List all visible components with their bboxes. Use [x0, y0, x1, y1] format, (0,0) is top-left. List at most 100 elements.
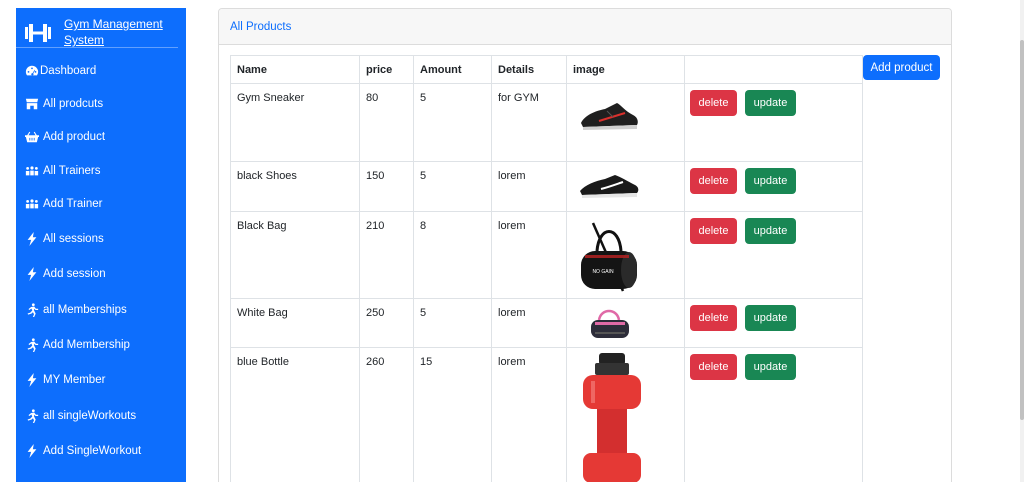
sidebar-item-label: MY Member [43, 374, 106, 386]
cell-amount: 15 [413, 347, 492, 482]
cell-image [566, 83, 685, 162]
sidebar-item-label: Add SingleWorkout [43, 444, 142, 457]
cell-image [566, 161, 685, 212]
cell-details: for GYM [491, 83, 567, 162]
bolt-icon [24, 231, 40, 247]
column-header-image: image [566, 55, 685, 84]
table-row: black Shoes 150 5 lorem delete update [230, 161, 863, 212]
sidebar-item-all-sessions[interactable]: All sessions [16, 221, 186, 256]
cell-name: blue Bottle [230, 347, 360, 482]
card-header: All Products [219, 9, 951, 45]
sidebar-item-label: all Memberships [43, 303, 127, 316]
shoe-image [580, 175, 639, 198]
cell-name: black Shoes [230, 161, 360, 212]
cell-amount: 5 [413, 298, 492, 348]
store-icon [24, 96, 40, 112]
sidebar-item-label: Add product [43, 131, 106, 143]
cell-actions: delete update [684, 298, 863, 348]
sidebar-item-all-trainers[interactable]: All Trainers [16, 154, 186, 187]
running-icon [24, 337, 40, 353]
sidebar-item-add-product[interactable]: Add product [16, 120, 186, 154]
update-button[interactable]: update [745, 354, 796, 380]
table-row: Gym Sneaker 80 5 for GYM delete update [230, 83, 863, 162]
sidebar-item-label: All prodcuts [43, 97, 104, 110]
cell-details: lorem [491, 298, 567, 348]
cell-amount: 5 [413, 161, 492, 212]
sidebar-item-label: Dashboard [40, 64, 97, 77]
running-icon [24, 408, 40, 424]
update-button[interactable]: update [745, 168, 796, 194]
cell-name: Gym Sneaker [230, 83, 360, 162]
update-button[interactable]: update [745, 218, 796, 244]
bottle-image [583, 353, 641, 482]
cell-actions: delete update [684, 347, 863, 482]
cell-details: lorem [491, 161, 567, 212]
sidebar-item-add-single-workout[interactable]: Add SingleWorkout [16, 433, 186, 468]
cell-image [566, 347, 685, 482]
products-table: Name price Amount Details image Gym Snea… [230, 55, 863, 482]
sidebar-item-all-memberships[interactable]: all Memberships [16, 292, 186, 327]
dumbbell-icon [24, 18, 52, 48]
dashboard-icon [24, 63, 40, 79]
sidebar-item-label: Add Membership [43, 338, 130, 351]
cell-actions: delete update [684, 161, 863, 212]
cell-price: 250 [359, 298, 414, 348]
sidebar-item-label: all singleWorkouts [43, 409, 137, 422]
sidebar: Gym Management System Dashboard All prod… [16, 8, 186, 482]
sidebar-item-my-member[interactable]: MY Member [16, 362, 186, 398]
column-header-amount: Amount [413, 55, 492, 84]
delete-button[interactable]: delete [690, 168, 737, 194]
black-bag-image: NO GAIN [581, 222, 637, 292]
sidebar-item-add-membership[interactable]: Add Membership [16, 327, 186, 362]
delete-button[interactable]: delete [690, 218, 737, 244]
table-row: White Bag 250 5 lorem delete update [230, 298, 863, 348]
column-header-price: price [359, 55, 414, 84]
app-title-link[interactable]: Gym Management System [64, 16, 170, 48]
cell-image: NO GAIN [566, 211, 685, 299]
bolt-icon [24, 266, 40, 282]
cell-actions: delete update [684, 211, 863, 299]
add-product-button[interactable]: Add product [863, 55, 940, 80]
bolt-icon [24, 443, 40, 459]
cell-name: White Bag [230, 298, 360, 348]
sidebar-item-label: All Trainers [43, 164, 101, 177]
column-header-actions [684, 55, 863, 84]
sneaker-image [581, 103, 638, 130]
sidebar-item-label: Add session [43, 268, 106, 280]
delete-button[interactable]: delete [690, 90, 737, 116]
basket-icon [24, 129, 40, 145]
sidebar-item-label: Add Trainer [43, 198, 103, 210]
table-header-row: Name price Amount Details image [230, 55, 863, 84]
update-button[interactable]: update [745, 305, 796, 331]
cell-price: 150 [359, 161, 414, 212]
cell-details: lorem [491, 211, 567, 299]
brand: Gym Management System [16, 8, 178, 48]
cell-price: 210 [359, 211, 414, 299]
sidebar-item-add-trainer[interactable]: Add Trainer [16, 187, 186, 221]
sidebar-item-dashboard[interactable]: Dashboard [16, 50, 186, 87]
cell-amount: 8 [413, 211, 492, 299]
bolt-icon [24, 372, 40, 388]
people-icon [24, 163, 40, 179]
cell-details: lorem [491, 347, 567, 482]
delete-button[interactable]: delete [690, 354, 737, 380]
page-scrollbar[interactable] [1020, 0, 1024, 482]
cell-amount: 5 [413, 83, 492, 162]
table-row: Black Bag 210 8 lorem NO GAIN delete upda… [230, 211, 863, 299]
running-icon [24, 302, 40, 318]
table-row: blue Bottle 260 15 lorem delete update [230, 347, 863, 482]
cell-price: 260 [359, 347, 414, 482]
cell-name: Black Bag [230, 211, 360, 299]
svg-text:NO GAIN: NO GAIN [592, 269, 614, 275]
sidebar-item-all-single-workouts[interactable]: all singleWorkouts [16, 398, 186, 433]
delete-button[interactable]: delete [690, 305, 737, 331]
cell-image [566, 298, 685, 348]
card-title: All Products [230, 20, 292, 33]
scrollbar-thumb[interactable] [1020, 40, 1024, 420]
cell-price: 80 [359, 83, 414, 162]
update-button[interactable]: update [745, 90, 796, 116]
sidebar-item-add-session[interactable]: Add session [16, 256, 186, 292]
white-bag-image [591, 309, 629, 338]
sidebar-item-all-products[interactable]: All prodcuts [16, 87, 186, 120]
sidebar-nav: Dashboard All prodcuts Add product All T… [16, 48, 186, 468]
